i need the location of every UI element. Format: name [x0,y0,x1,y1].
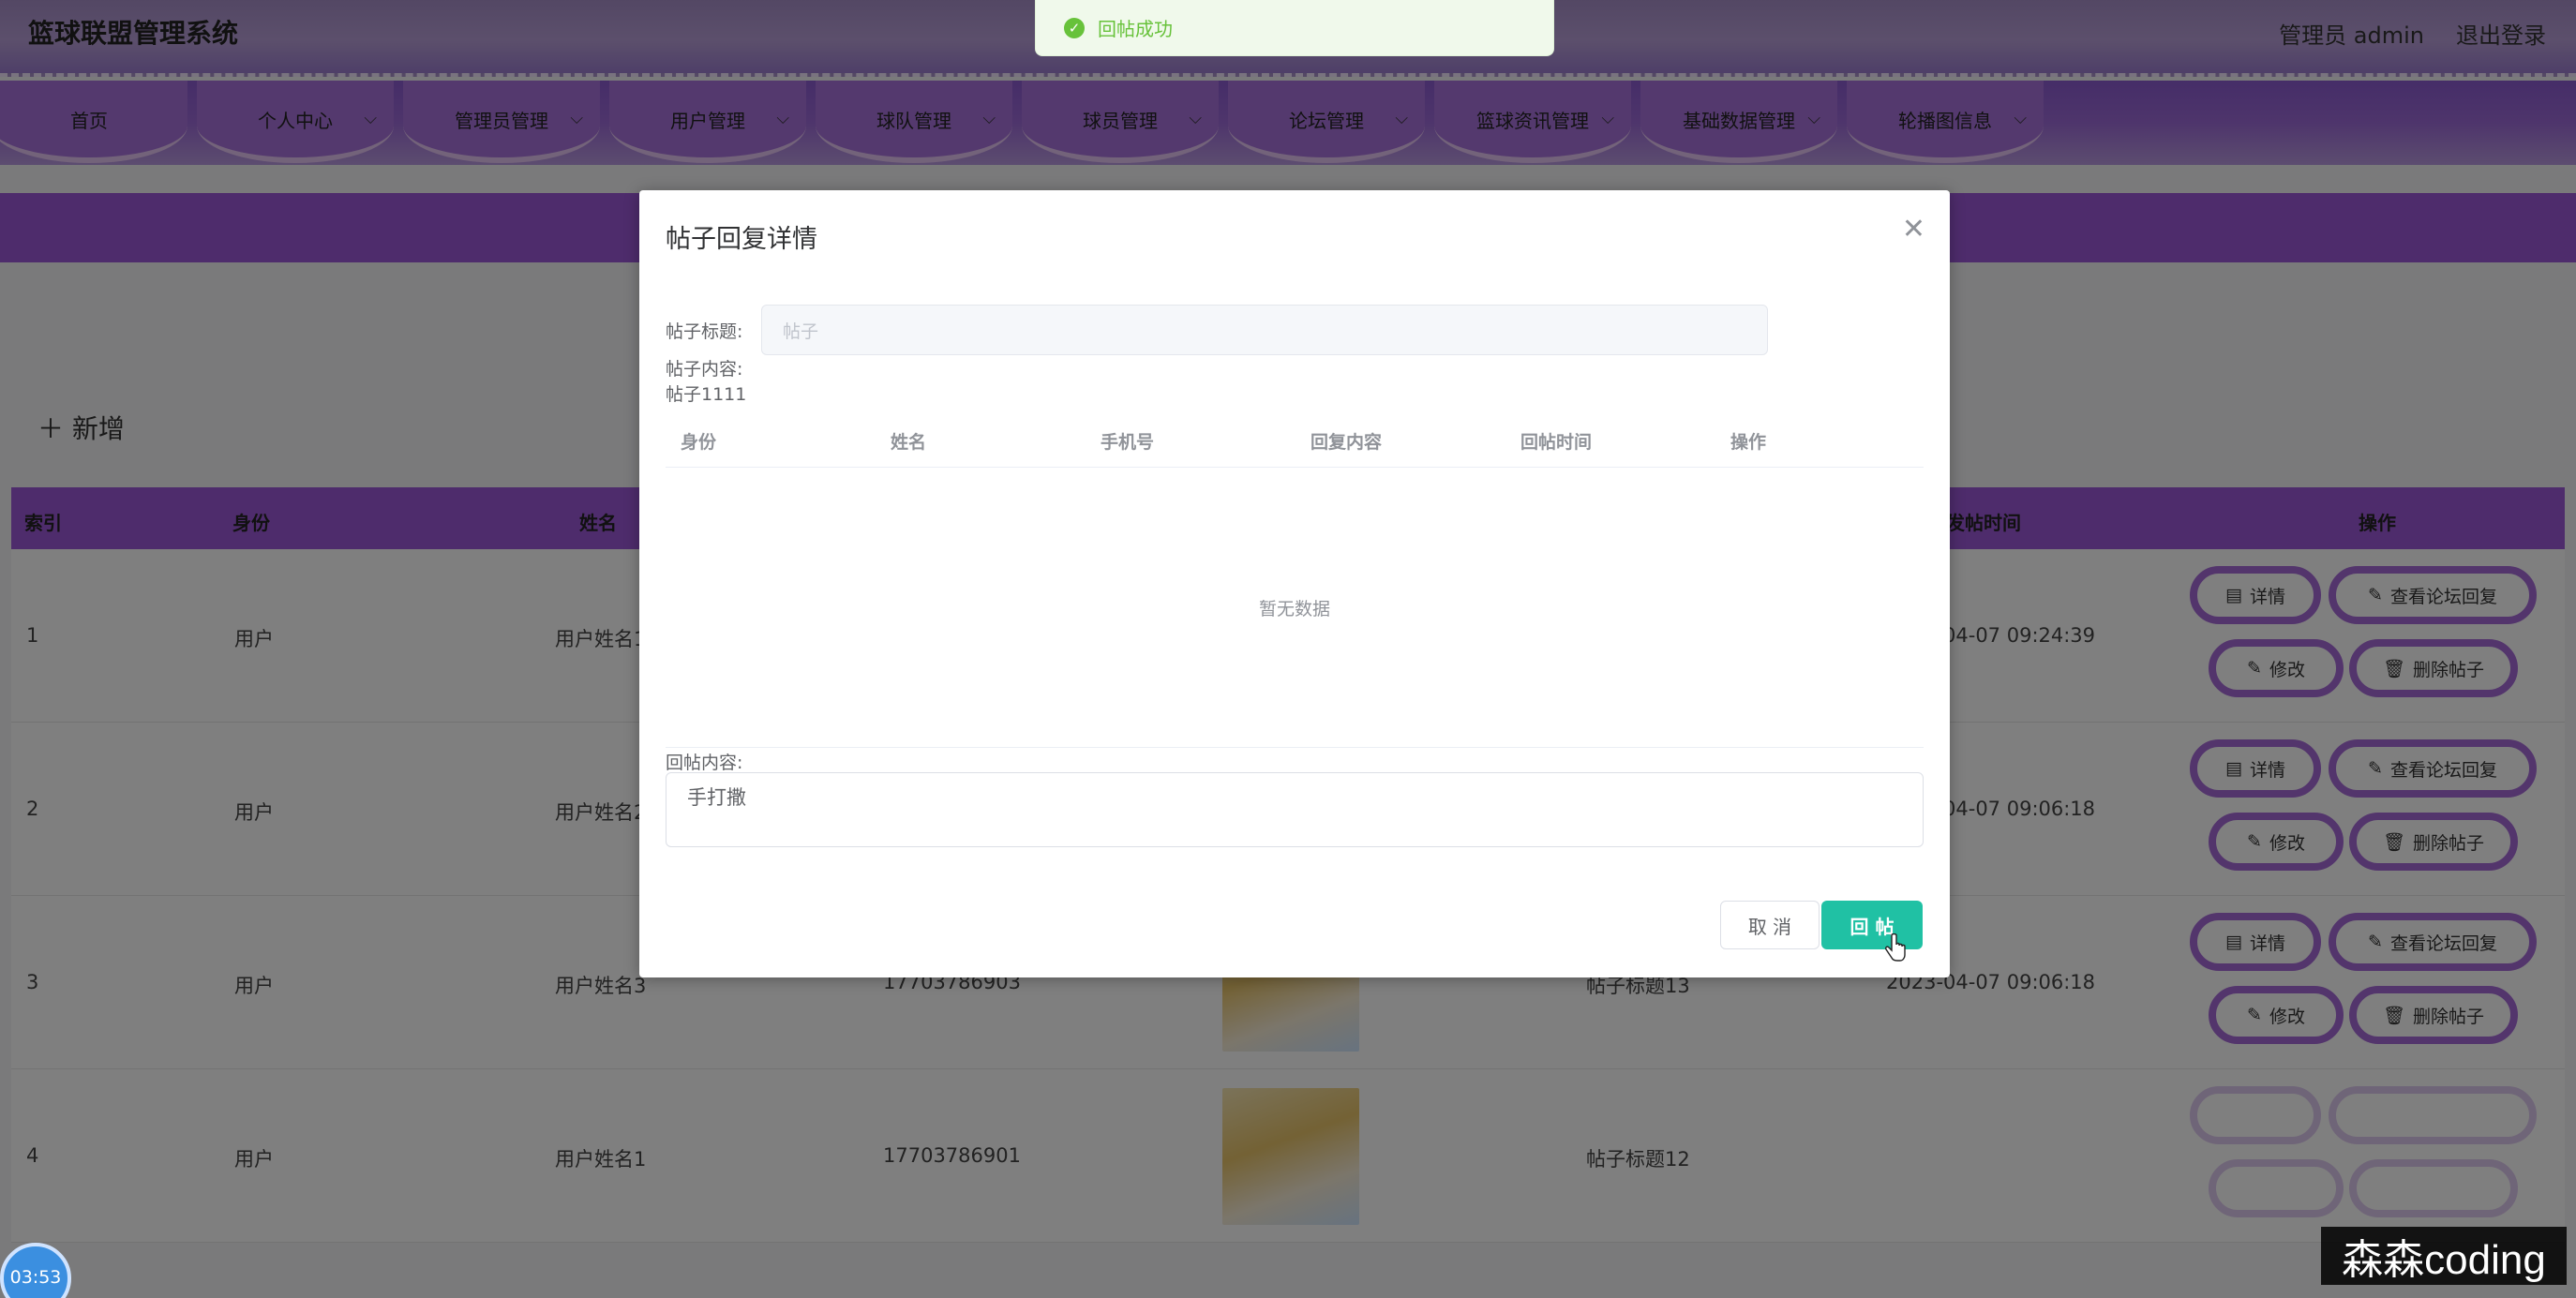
rth-name: 姓名 [891,432,927,453]
check-circle-icon: ✓ [1064,17,1085,38]
empty-state-text: 暂无数据 [1258,599,1330,619]
rth-phone: 手机号 [1101,432,1155,453]
post-content-label: 帖子内容: [666,359,743,380]
submit-reply-button[interactable]: 回 帖 [1821,901,1923,949]
success-toast: ✓ 回帖成功 [1035,0,1554,56]
rth-reply-time: 回帖时间 [1520,432,1593,453]
rth-identity: 身份 [681,432,717,453]
post-title-input[interactable]: 帖子 [761,305,1768,355]
watermark: 森森coding [2321,1227,2567,1285]
reply-table-header: 身份 姓名 手机号 回复内容 回帖时间 操作 [666,415,1924,468]
post-title-label: 帖子标题: [666,321,743,342]
reply-content-textarea[interactable]: 手打撒 [666,772,1924,847]
dialog-title: 帖子回复详情 [666,225,817,254]
reply-content-label: 回帖内容: [666,753,743,773]
reply-detail-dialog: 帖子回复详情 ✕ 帖子标题: 帖子 帖子内容: 帖子1111 身份 姓名 手机号… [639,190,1950,977]
close-icon[interactable]: ✕ [1902,213,1925,246]
hand-cursor-icon [1885,933,1906,962]
post-content-value: 帖子1111 [666,384,747,405]
cancel-button[interactable]: 取 消 [1720,901,1820,949]
reply-table: 身份 姓名 手机号 回复内容 回帖时间 操作 暂无数据 [666,415,1924,748]
rth-operations: 操作 [1730,432,1767,453]
toast-message: 回帖成功 [1098,18,1173,40]
rth-reply-content: 回复内容 [1310,432,1383,453]
